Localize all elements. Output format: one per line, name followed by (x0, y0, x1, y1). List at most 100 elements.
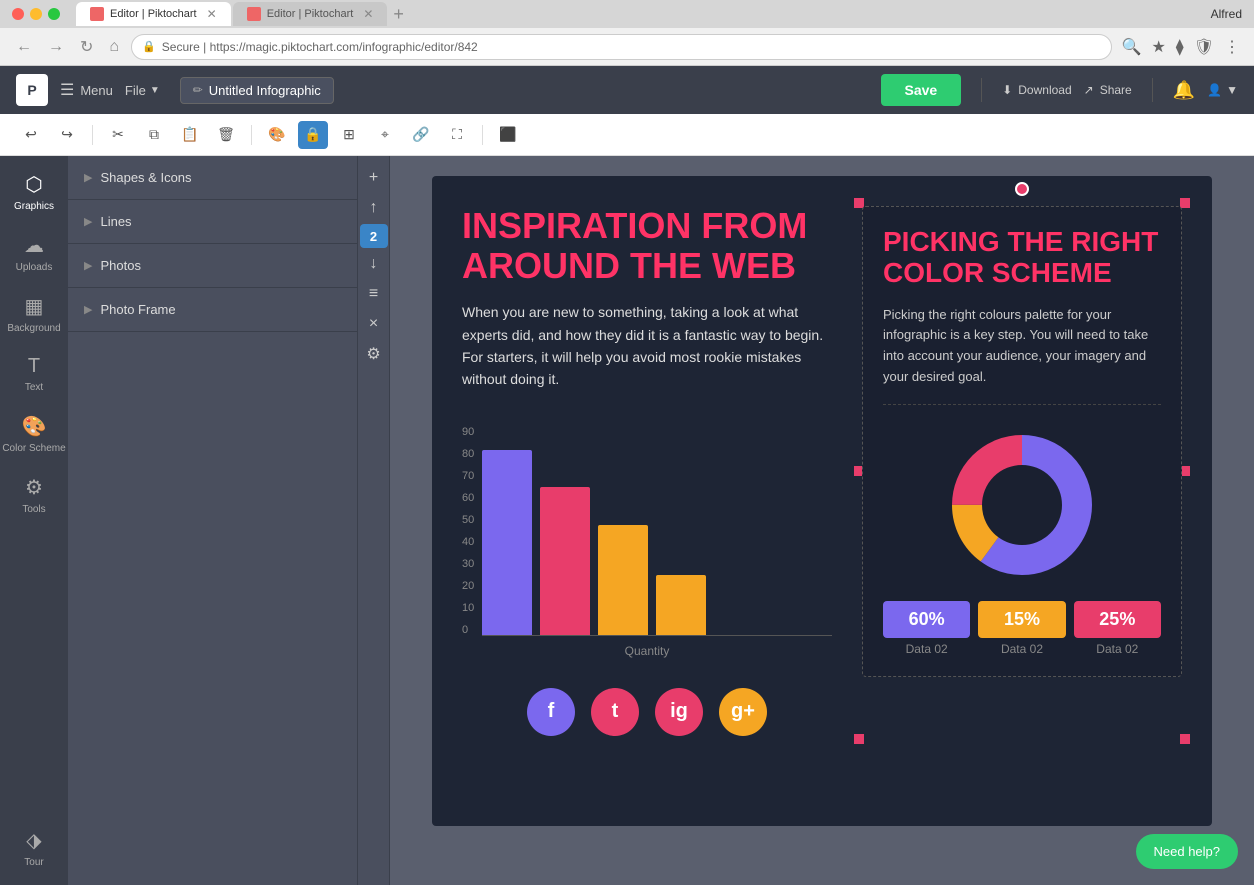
chart-label: Quantity (462, 644, 832, 658)
download-label: Download (1018, 83, 1071, 97)
lines-header[interactable]: ▶ Lines (68, 200, 357, 243)
shapes-icons-arrow: ▶ (84, 171, 92, 184)
infographic-right[interactable]: PICKING THE RIGHT COLOR SCHEME Picking t… (862, 206, 1182, 736)
sidebar-item-text[interactable]: T Text (0, 347, 68, 402)
browser-tab-1[interactable]: Editor | Piktochart ✕ (76, 2, 231, 26)
sidebar-item-background[interactable]: ▦ Background (0, 286, 68, 343)
grid-button[interactable]: ⊞ (334, 121, 364, 149)
ct-divider-2 (251, 125, 252, 145)
shield-btn[interactable]: 🛡 (1192, 35, 1216, 59)
data-item-1: 60% Data 02 (883, 601, 970, 656)
main-content: ⬡ Graphics ☁ Uploads ▦ Background T Text… (0, 156, 1254, 885)
search-icon-btn[interactable]: 🔍 (1120, 35, 1144, 59)
graphics-icon: ⬡ (25, 172, 42, 197)
notification-button[interactable]: 🔔 (1173, 80, 1195, 101)
menu-button[interactable]: ☰ Menu (60, 80, 113, 100)
align-section-button[interactable]: ≡ (360, 280, 388, 308)
browser-tabs: Editor | Piktochart ✕ Editor | Piktochar… (76, 2, 404, 26)
bars-container (482, 425, 832, 635)
tab-close-2[interactable]: ✕ (363, 7, 373, 21)
home-button[interactable]: ⌂ (105, 36, 123, 58)
photos-section: ▶ Photos (68, 244, 357, 288)
download-button[interactable]: ⬇ Download (1002, 83, 1071, 97)
gplus-icon: g+ (719, 688, 767, 736)
toolbar-divider-2 (1152, 78, 1153, 102)
sidebar-item-color-scheme[interactable]: 🎨 Color Scheme (0, 406, 68, 463)
user-dropdown-arrow: ▼ (1226, 83, 1238, 97)
facebook-icon: f (527, 688, 575, 736)
align-button[interactable]: ⌖ (370, 121, 400, 149)
maximize-traffic-light[interactable] (48, 8, 60, 20)
canvas-content: ‹ INSPIRATION FROM AROUND THE WEB When y… (390, 156, 1254, 885)
more-options-button[interactable]: ⬛ (493, 121, 523, 149)
move-block-down-button[interactable]: ↓ (360, 250, 388, 278)
color-picker-button[interactable]: 🎨 (262, 121, 292, 149)
new-tab-button[interactable]: + (393, 2, 404, 26)
section-settings-button[interactable]: ⚙ (360, 340, 388, 368)
save-button[interactable]: Save (881, 74, 962, 106)
sel-handle-br (1180, 734, 1190, 744)
infographic-left: INSPIRATION FROM AROUND THE WEB When you… (462, 206, 832, 736)
canvas-area[interactable]: + ↑ 2 ↓ ≡ × ⚙ ‹ INSPIRATION FROM AROUND … (358, 156, 1254, 885)
app-container: P ☰ Menu File ▼ ✏ Untitled Infographic S… (0, 66, 1254, 885)
infographic-right-body: Picking the right colours palette for yo… (883, 305, 1161, 405)
share-button[interactable]: ↗ Share (1084, 83, 1132, 97)
extensions-btn[interactable]: ⧫ (1174, 35, 1186, 59)
tab-close-1[interactable]: ✕ (207, 7, 217, 21)
shapes-icons-header[interactable]: ▶ Shapes & Icons (68, 156, 357, 199)
data-label-1: Data 02 (883, 642, 970, 656)
bookmark-btn[interactable]: ★ (1149, 35, 1167, 59)
undo-button[interactable]: ↩ (16, 121, 46, 149)
photo-frame-title: Photo Frame (100, 302, 175, 317)
cut-button[interactable]: ✂ (103, 121, 133, 149)
sidebar-item-graphics[interactable]: ⬡ Graphics (0, 164, 68, 221)
photo-frame-header[interactable]: ▶ Photo Frame (68, 288, 357, 331)
lock-button[interactable]: 🔒 (298, 121, 328, 149)
twitter-icon: t (591, 688, 639, 736)
photo-frame-section: ▶ Photo Frame (68, 288, 357, 332)
shapes-icons-title: Shapes & Icons (100, 170, 191, 185)
infographic[interactable]: INSPIRATION FROM AROUND THE WEB When you… (432, 176, 1212, 826)
tools-label: Tools (22, 504, 45, 516)
minimize-traffic-light[interactable] (30, 8, 42, 20)
lines-title: Lines (100, 214, 131, 229)
rotation-handle[interactable] (1015, 182, 1029, 196)
address-bar[interactable]: 🔒 Secure | https://magic.piktochart.com/… (131, 34, 1111, 60)
browser-chrome: Editor | Piktochart ✕ Editor | Piktochar… (0, 0, 1254, 66)
photos-header[interactable]: ▶ Photos (68, 244, 357, 287)
app-toolbar: P ☰ Menu File ▼ ✏ Untitled Infographic S… (0, 66, 1254, 114)
file-button[interactable]: File ▼ (125, 83, 160, 98)
hamburger-icon: ☰ (60, 80, 74, 100)
data-label-3: Data 02 (1074, 642, 1161, 656)
copy-button[interactable]: ⧉ (139, 121, 169, 149)
social-icons: f t ig g+ (462, 688, 832, 736)
user-menu-button[interactable]: 👤 ▼ (1207, 83, 1238, 97)
move-block-up-button[interactable]: ↑ (360, 194, 388, 222)
link-button[interactable]: 🔗 (406, 121, 436, 149)
color-scheme-icon: 🎨 (22, 414, 47, 439)
background-label: Background (7, 323, 60, 335)
close-traffic-light[interactable] (12, 8, 24, 20)
forward-button[interactable]: → (44, 36, 68, 58)
sidebar-item-uploads[interactable]: ☁ Uploads (0, 225, 68, 282)
paste-button[interactable]: 📋 (175, 121, 205, 149)
bar-3 (598, 525, 648, 635)
sidebar-item-tools[interactable]: ⚙ Tools (0, 467, 68, 524)
refresh-button[interactable]: ↻ (76, 35, 97, 59)
help-button[interactable]: Need help? (1136, 834, 1239, 869)
menu-btn[interactable]: ⋮ (1222, 35, 1242, 59)
close-section-button[interactable]: × (360, 310, 388, 338)
y-label-20: 20 (462, 580, 474, 592)
crop-button[interactable]: ⛶ (442, 121, 472, 149)
sidebar-item-tour[interactable]: ⬗ Tour (0, 820, 68, 877)
delete-button[interactable]: 🗑 (211, 121, 241, 149)
redo-button[interactable]: ↪ (52, 121, 82, 149)
y-label-30: 30 (462, 558, 474, 570)
browser-tab-2[interactable]: Editor | Piktochart ✕ (233, 2, 388, 26)
document-title[interactable]: ✏ Untitled Infographic (180, 77, 334, 104)
text-label: Text (25, 382, 43, 394)
add-block-button[interactable]: + (360, 164, 388, 192)
ct-divider-1 (92, 125, 93, 145)
file-label: File (125, 83, 146, 98)
back-button[interactable]: ← (12, 36, 36, 58)
